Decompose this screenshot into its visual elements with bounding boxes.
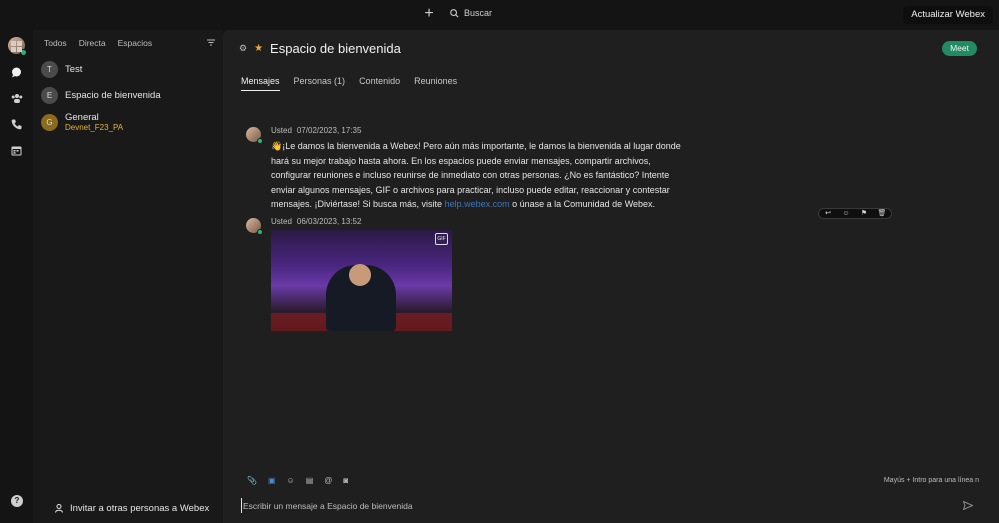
message-author: Usted bbox=[271, 126, 292, 135]
delete-icon[interactable]: 🗑 bbox=[873, 209, 891, 218]
search-label: Buscar bbox=[464, 8, 493, 18]
plus-icon[interactable]: + bbox=[421, 6, 437, 22]
message-input[interactable] bbox=[241, 498, 941, 513]
emoji-icon[interactable]: ☺ bbox=[287, 476, 295, 485]
presence-dot bbox=[257, 138, 263, 144]
meet-button[interactable]: Meet bbox=[942, 41, 977, 56]
tab-contenido[interactable]: Contenido bbox=[359, 76, 400, 91]
tab-reuniones[interactable]: Reuniones bbox=[414, 76, 457, 91]
message-meta: Usted 07/02/2023, 17:35 bbox=[271, 126, 361, 135]
page-title: Espacio de bienvenida bbox=[270, 41, 401, 56]
gif-badge: GIF bbox=[435, 233, 448, 245]
invite-button[interactable]: Invitar a otras personas a Webex bbox=[55, 503, 209, 514]
message-time: 07/02/2023, 17:35 bbox=[296, 126, 362, 135]
calendar-icon[interactable] bbox=[10, 145, 23, 158]
update-webex-button[interactable]: Actualizar Webex bbox=[903, 6, 993, 24]
help-icon[interactable]: ? bbox=[11, 495, 23, 507]
reply-icon[interactable]: ↩ bbox=[819, 209, 837, 218]
avatar: T bbox=[41, 61, 58, 78]
conversation-name: Test bbox=[65, 64, 83, 75]
settings-icon[interactable]: ⚙ bbox=[239, 43, 247, 54]
mention-icon[interactable]: @ bbox=[324, 476, 332, 485]
conversation-name: Espacio de bienvenida bbox=[65, 90, 161, 101]
dashboard-icon[interactable] bbox=[10, 41, 23, 54]
left-rail: ? bbox=[0, 30, 33, 523]
search-button[interactable]: Buscar bbox=[450, 8, 492, 18]
message-author: Usted bbox=[271, 217, 292, 226]
help-link[interactable]: help.webex.com bbox=[445, 199, 510, 209]
avatar: G bbox=[41, 113, 58, 131]
space-view: ⚙ ★ Espacio de bienvenida Meet Mensajes … bbox=[223, 30, 999, 523]
gif-head bbox=[349, 264, 371, 286]
composer-toolbar: 📎 ▣ ☺ ▤ @ ◙ bbox=[247, 476, 348, 485]
filter-tabs: Todos Directa Espacios bbox=[44, 38, 152, 48]
conversation-list: Todos Directa Espacios T Test E Espacio … bbox=[33, 30, 223, 523]
avatar[interactable] bbox=[246, 218, 263, 235]
filter-directa[interactable]: Directa bbox=[79, 38, 106, 48]
send-icon[interactable] bbox=[962, 500, 974, 512]
filter-icon[interactable] bbox=[207, 38, 215, 48]
presence-dot bbox=[257, 229, 263, 235]
list-item[interactable]: G General Devnet_F23_PA bbox=[41, 112, 123, 132]
tab-mensajes[interactable]: Mensajes bbox=[241, 76, 280, 91]
star-icon[interactable]: ★ bbox=[254, 43, 263, 54]
calls-icon[interactable] bbox=[10, 119, 23, 132]
tab-personas[interactable]: Personas (1) bbox=[294, 76, 346, 91]
avatar: E bbox=[41, 87, 58, 104]
conversation-name: General bbox=[65, 112, 99, 123]
filter-espacios[interactable]: Espacios bbox=[118, 38, 153, 48]
avatar[interactable] bbox=[246, 127, 263, 144]
format-icon[interactable]: ▣ bbox=[268, 476, 276, 485]
message-text-after: o únase a la Comunidad de Webex. bbox=[509, 199, 656, 209]
messaging-icon[interactable] bbox=[10, 67, 23, 80]
gif-image[interactable]: GIF bbox=[271, 230, 452, 331]
top-bar: + Buscar Actualizar Webex bbox=[0, 0, 999, 30]
emoji-icon[interactable]: ☺ bbox=[837, 209, 855, 218]
search-icon bbox=[450, 8, 459, 17]
tab-bar: Mensajes Personas (1) Contenido Reunione… bbox=[241, 76, 457, 91]
invite-label: Invitar a otras personas a Webex bbox=[70, 503, 210, 514]
screenshot-icon[interactable]: ◙ bbox=[343, 476, 348, 485]
conversation-subtitle: Devnet_F23_PA bbox=[65, 123, 124, 132]
space-header: ⚙ ★ Espacio de bienvenida bbox=[239, 41, 401, 56]
composer-hint: Mayús + Intro para una línea n bbox=[883, 477, 979, 484]
message-text: 👋¡Le damos la bienvenida a Webex! Pero a… bbox=[271, 139, 691, 212]
gif-icon[interactable]: ▤ bbox=[306, 476, 314, 485]
attachment-icon[interactable]: 📎 bbox=[247, 476, 257, 485]
filter-todos[interactable]: Todos bbox=[44, 38, 67, 48]
message-actions: ↩ ☺ ⚑ 🗑 bbox=[818, 208, 892, 219]
teams-icon[interactable] bbox=[10, 93, 23, 106]
message-time: 06/03/2023, 13:52 bbox=[296, 217, 362, 226]
flag-icon[interactable]: ⚑ bbox=[855, 209, 873, 218]
list-item[interactable]: T Test bbox=[41, 61, 82, 78]
message-meta: Usted 06/03/2023, 13:52 bbox=[271, 217, 361, 226]
person-add-icon bbox=[55, 504, 63, 513]
list-item[interactable]: E Espacio de bienvenida bbox=[41, 87, 161, 104]
